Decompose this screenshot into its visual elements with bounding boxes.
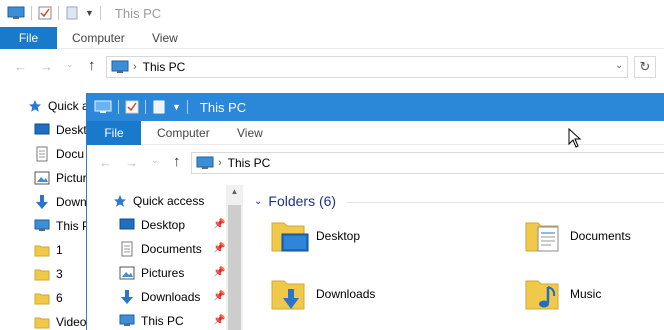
pictures-icon — [119, 266, 135, 280]
music-folder-icon — [524, 277, 564, 311]
nav-item-documents[interactable]: Docu — [34, 144, 84, 164]
folder-icon — [34, 243, 50, 257]
folder-icon — [34, 315, 50, 329]
customize-qat-icon[interactable]: ▼ — [85, 8, 94, 18]
nav-item-this-pc[interactable]: This P — [34, 216, 90, 236]
navigation-pane: Quick access Desktop 📌 Documents 📌 Pictu… — [87, 185, 243, 330]
tab-computer[interactable]: Computer — [72, 27, 125, 49]
front-address-row: ← → ⌄ ↑ › This PC — [87, 151, 664, 177]
nav-item-folder-6[interactable]: 6 — [34, 288, 63, 308]
tab-file[interactable]: File — [87, 121, 141, 145]
nav-item-pictures[interactable]: Pictur — [34, 168, 87, 188]
address-path: This PC — [227, 156, 271, 170]
back-arrow-icon[interactable]: ← — [14, 59, 27, 74]
back-titlebar: ▼ This PC — [0, 0, 664, 26]
nav-item-downloads[interactable]: Down — [34, 192, 87, 212]
folder-tile-desktop[interactable]: Desktop — [270, 219, 360, 253]
download-icon — [34, 194, 50, 210]
properties-icon[interactable] — [125, 100, 139, 114]
chevron-down-icon[interactable]: ⌄ — [254, 196, 262, 207]
refresh-button[interactable]: ↻ — [634, 56, 656, 78]
pin-icon[interactable]: 📌 — [213, 219, 225, 230]
nav-item-quick-access[interactable]: Quick access — [113, 191, 204, 211]
tab-file[interactable]: File — [0, 27, 57, 49]
nav-item-pictures[interactable]: Pictures — [119, 263, 184, 283]
recent-dropdown-icon[interactable]: ⌄ — [66, 59, 74, 70]
download-icon — [119, 289, 135, 305]
back-arrow-icon[interactable]: ← — [99, 155, 112, 170]
computer-icon — [196, 156, 214, 170]
pin-icon[interactable]: 📌 — [213, 315, 225, 326]
computer-icon — [119, 314, 135, 328]
scroll-up-icon[interactable]: ▲ — [226, 187, 243, 196]
folder-tile-music[interactable]: Music — [524, 277, 601, 311]
pin-icon[interactable]: 📌 — [213, 267, 225, 278]
address-path: This PC — [142, 60, 186, 74]
recent-dropdown-icon[interactable]: ⌄ — [151, 155, 159, 166]
folder-icon — [34, 267, 50, 281]
up-arrow-icon[interactable]: ↑ — [88, 57, 96, 74]
nav-item-folder-1[interactable]: 1 — [34, 240, 63, 260]
computer-icon — [94, 100, 112, 114]
desktop-folder-icon — [270, 219, 310, 253]
tab-view[interactable]: View — [237, 121, 263, 145]
forward-arrow-icon[interactable]: → — [40, 59, 53, 74]
mouse-cursor-icon — [568, 128, 582, 148]
tab-computer[interactable]: Computer — [157, 121, 210, 145]
nav-item-desktop[interactable]: Deskt — [34, 120, 87, 140]
window-title: This PC — [114, 5, 162, 21]
chevron-down-icon[interactable]: ⌄ — [615, 60, 623, 71]
nav-item-documents[interactable]: Documents — [119, 239, 202, 259]
chevron-right-icon[interactable]: › — [133, 61, 137, 73]
front-titlebar[interactable]: ▼ This PC — [87, 93, 664, 121]
downloads-folder-icon — [270, 277, 310, 311]
documents-folder-icon — [524, 219, 564, 253]
forward-arrow-icon[interactable]: → — [125, 155, 138, 170]
star-icon — [28, 99, 42, 113]
tab-view[interactable]: View — [152, 27, 178, 49]
quick-access-toolbar: ▼ — [94, 100, 194, 114]
address-bar[interactable]: › This PC ⌄ — [106, 56, 628, 78]
folder-tile-documents[interactable]: Documents — [524, 219, 631, 253]
nav-item-folder-3[interactable]: 3 — [34, 264, 63, 284]
scrollbar-thumb[interactable] — [228, 205, 241, 330]
window-title: This PC — [199, 99, 247, 115]
back-address-row: ← → ⌄ ↑ › This PC ⌄ ↻ — [0, 55, 664, 81]
nav-scrollbar[interactable]: ▲ — [226, 185, 243, 330]
up-arrow-icon[interactable]: ↑ — [173, 153, 181, 170]
nav-item-videos[interactable]: Video — [34, 312, 86, 330]
document-icon — [34, 146, 50, 162]
new-folder-icon[interactable] — [152, 100, 166, 114]
customize-qat-icon[interactable]: ▼ — [172, 102, 181, 112]
address-bar[interactable]: › This PC — [191, 152, 664, 174]
nav-item-downloads[interactable]: Downloads — [119, 287, 200, 307]
nav-item-quick-access[interactable]: Quick a — [28, 96, 89, 116]
desktop-icon — [34, 123, 50, 137]
pin-icon[interactable]: 📌 — [213, 291, 225, 302]
folders-group-header[interactable]: ⌄ Folders (6) — [254, 193, 336, 209]
group-divider — [347, 202, 664, 203]
pictures-icon — [34, 171, 50, 185]
nav-item-this-pc[interactable]: This PC — [119, 311, 184, 330]
properties-icon[interactable] — [38, 6, 52, 20]
folder-tile-downloads[interactable]: Downloads — [270, 277, 375, 311]
pin-icon[interactable]: 📌 — [213, 243, 225, 254]
computer-icon — [7, 6, 25, 20]
folder-icon — [34, 291, 50, 305]
computer-icon — [111, 60, 129, 74]
desktop-icon — [119, 218, 135, 232]
document-icon — [119, 241, 135, 257]
chevron-right-icon[interactable]: › — [218, 157, 222, 169]
star-icon — [113, 194, 127, 208]
computer-icon — [34, 219, 50, 233]
back-ribbon: File Computer View — [0, 27, 664, 49]
new-folder-icon[interactable] — [65, 6, 79, 20]
